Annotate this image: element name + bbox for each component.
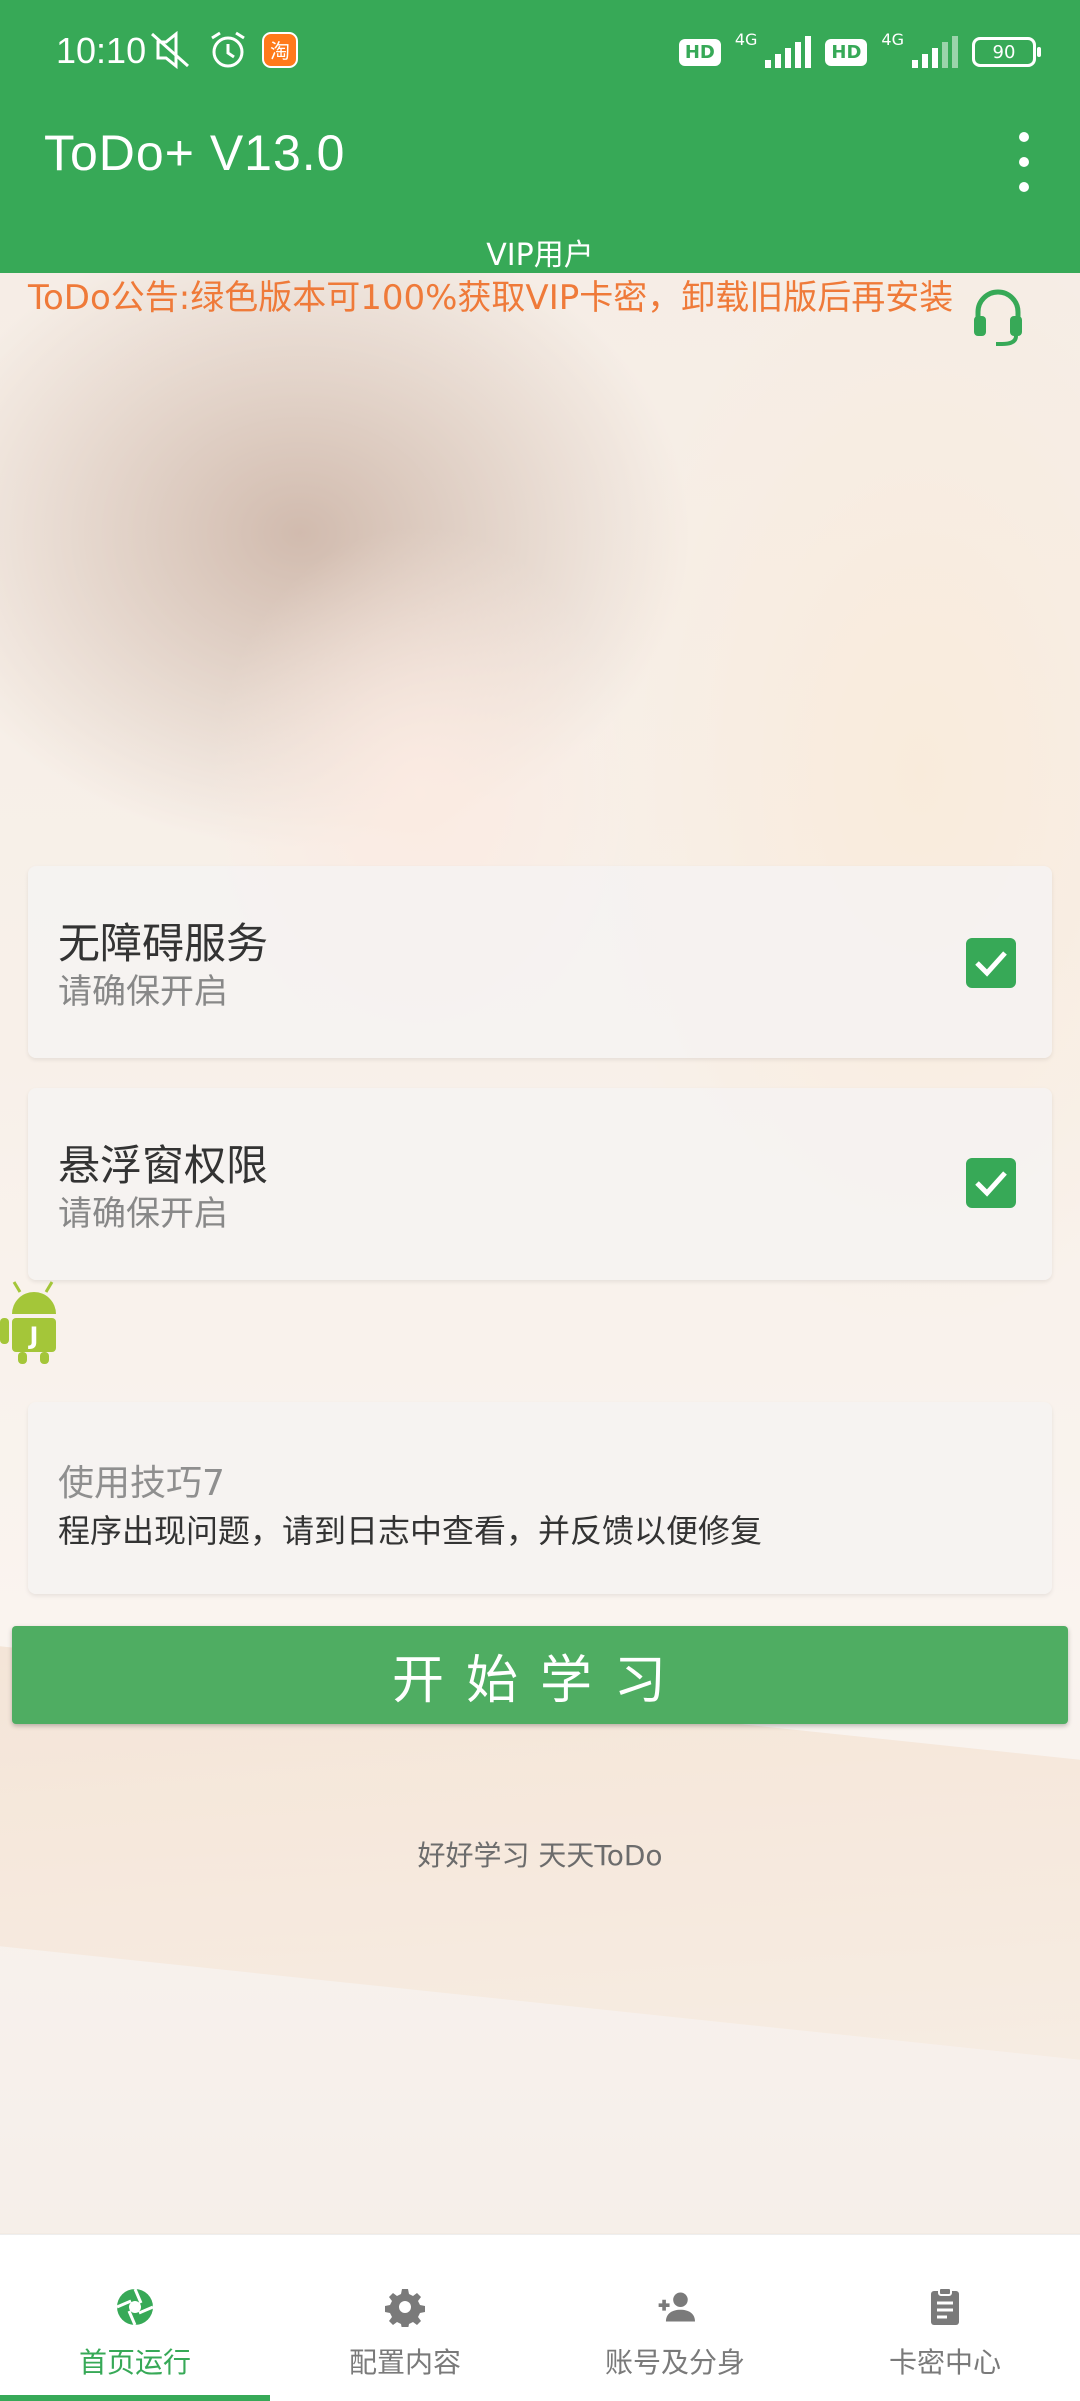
- overlay-permission-card[interactable]: 悬浮窗权限 请确保开启: [28, 1088, 1052, 1280]
- nav-config[interactable]: 配置内容: [270, 2235, 540, 2401]
- nav-card-center[interactable]: 卡密中心: [810, 2235, 1080, 2401]
- status-bar: 10:10 淘 HD 4G HD 4G 90: [0, 0, 1080, 104]
- hd-badge: HD: [678, 38, 721, 66]
- network-type-2: 4G: [881, 30, 904, 49]
- tip-text: 程序出现问题，请到日志中查看，并反馈以便修复: [58, 1512, 763, 1550]
- gear-icon: [385, 2289, 425, 2327]
- card-title: 悬浮窗权限: [58, 1141, 269, 1190]
- svg-text:淘: 淘: [270, 39, 290, 63]
- battery-icon: 90: [972, 37, 1041, 67]
- nav-label: 卡密中心: [888, 2346, 1001, 2379]
- tip-title: 使用技巧7: [58, 1463, 225, 1504]
- notice-banner: ToDo公告:绿色版本可100%获取VIP卡密，卸载旧版后再安装: [28, 278, 954, 318]
- tip-card: 使用技巧7 程序出现问题，请到日志中查看，并反馈以便修复: [28, 1402, 1052, 1594]
- active-tab-indicator: [0, 2395, 270, 2401]
- app-title: ToDo+ V13.0: [44, 125, 346, 181]
- accessibility-service-card[interactable]: 无障碍服务 请确保开启: [28, 866, 1052, 1058]
- overlay-checkbox[interactable]: [966, 1158, 1016, 1208]
- check-icon: [975, 1171, 1007, 1197]
- headset-icon[interactable]: [972, 288, 1024, 346]
- signal-icon: [765, 36, 812, 68]
- network-type: 4G: [734, 30, 758, 49]
- bottom-navigation: 首页运行 配置内容 账号及分身 卡密中心: [0, 2234, 1080, 2401]
- battery-level: 90: [992, 41, 1016, 63]
- svg-text:J: J: [28, 1322, 39, 1350]
- nav-label: 首页运行: [78, 2346, 191, 2379]
- alarm-icon: [208, 30, 248, 70]
- check-icon: [975, 951, 1007, 977]
- nav-label: 配置内容: [348, 2346, 461, 2379]
- status-right: HD 4G HD 4G 90: [678, 30, 1041, 74]
- add-person-icon: [658, 2292, 695, 2322]
- aperture-icon: [116, 2288, 154, 2326]
- status-time: 10:10: [56, 30, 147, 71]
- accessibility-checkbox[interactable]: [966, 938, 1016, 988]
- card-title: 无障碍服务: [58, 919, 269, 968]
- signal-icon-2: [912, 36, 958, 68]
- floating-android-icon[interactable]: J: [0, 1278, 66, 1364]
- card-subtitle: 请确保开启: [58, 972, 228, 1012]
- mute-icon: [148, 30, 192, 70]
- taobao-app-icon: 淘: [262, 30, 298, 70]
- more-options-icon[interactable]: [1004, 132, 1044, 192]
- hd-badge-2: HD: [825, 38, 868, 66]
- start-learning-button[interactable]: 开始学习: [12, 1626, 1068, 1724]
- top-bar: 10:10 淘 HD 4G HD 4G 90 ToDo+ V13.0 VIP用户: [0, 0, 1080, 273]
- nav-label: 账号及分身: [604, 2346, 745, 2379]
- vip-label: VIP用户: [486, 238, 594, 273]
- nav-home[interactable]: 首页运行: [0, 2235, 270, 2401]
- nav-accounts[interactable]: 账号及分身: [540, 2235, 810, 2401]
- slogan-text: 好好学习 天天ToDo: [417, 1839, 663, 1872]
- app-bar: ToDo+ V13.0 VIP用户: [0, 104, 1080, 274]
- clipboard-icon: [931, 2287, 959, 2325]
- card-subtitle: 请确保开启: [58, 1194, 228, 1234]
